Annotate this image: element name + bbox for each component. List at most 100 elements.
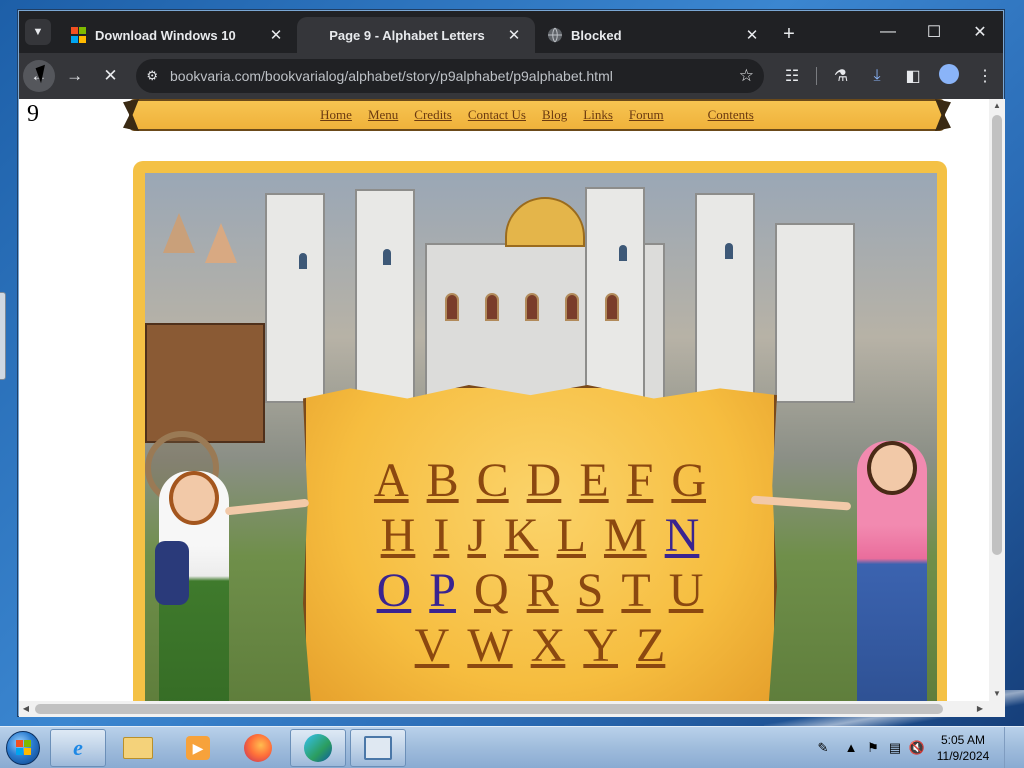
more-menu-icon[interactable]: ⋮ [967, 66, 1003, 86]
close-window-icon[interactable]: ✕ [957, 22, 1003, 42]
labs-flask-icon[interactable]: ⚗ [823, 66, 859, 86]
letter-link-v[interactable]: V [415, 619, 450, 672]
letter-link-b[interactable]: B [427, 454, 459, 507]
site-info-icon[interactable]: ⚙ [146, 68, 158, 84]
media-player-icon: ▶ [186, 735, 210, 760]
letter-link-j[interactable]: J [467, 509, 486, 562]
network-icon[interactable]: ▤ [884, 740, 906, 756]
close-icon: ✕ [103, 66, 118, 85]
letter-link-f[interactable]: F [627, 454, 654, 507]
letter-link-g[interactable]: G [671, 454, 706, 507]
nav-link-menu[interactable]: Menu [368, 107, 398, 123]
tab-title: Download Windows 10 [95, 27, 236, 43]
letter-link-d[interactable]: D [527, 454, 562, 507]
tab-title: Page 9 - Alphabet Letters [329, 27, 485, 43]
letter-link-s[interactable]: S [577, 564, 604, 617]
show-desktop-button[interactable] [1004, 726, 1016, 768]
forward-button[interactable]: → [59, 60, 91, 92]
girl-character-right [857, 441, 927, 717]
scroll-thumb[interactable] [35, 704, 943, 714]
scroll-left-icon[interactable]: ◀ [19, 701, 33, 717]
taskbar-media-player[interactable]: ▶ [170, 729, 226, 767]
nav-link-home[interactable]: Home [320, 107, 352, 123]
alphabet-letter-grid: A B C D E F G H I J K L M N O P Q R S T … [303, 453, 777, 673]
letter-link-a[interactable]: A [374, 454, 409, 507]
character-arm [224, 498, 310, 516]
extensions-icon[interactable]: ☷ [774, 66, 810, 86]
nav-link-contents[interactable]: Contents [708, 107, 754, 123]
letter-link-l[interactable]: L [557, 509, 586, 562]
nav-link-links[interactable]: Links [583, 107, 613, 123]
windows-orb-icon [6, 730, 40, 765]
horizontal-scrollbar[interactable]: ◀ ▶ [19, 701, 1005, 717]
action-center-flag-icon[interactable]: ⚑ [862, 740, 884, 756]
letter-row: H I J K L M N [303, 508, 777, 563]
start-button[interactable] [0, 727, 46, 768]
side-panel-icon[interactable]: ◧ [895, 66, 931, 86]
browser-window: ▼ Download Windows 10 ✕ Page 9 - Alphabe… [18, 10, 1005, 717]
character-head [867, 441, 917, 495]
letter-link-h[interactable]: H [381, 509, 416, 562]
file-explorer-icon [123, 736, 153, 759]
taskbar-internet-explorer[interactable]: e [50, 728, 106, 767]
letter-link-y[interactable]: Y [583, 619, 618, 672]
tab-download-windows[interactable]: Download Windows 10 ✕ [59, 17, 297, 53]
scroll-up-icon[interactable]: ▲ [989, 99, 1005, 113]
castle-illustration [235, 173, 855, 403]
letter-link-t[interactable]: T [621, 564, 650, 617]
profile-avatar-icon[interactable] [931, 63, 967, 89]
minimize-icon[interactable]: — [865, 23, 911, 41]
letter-link-i[interactable]: I [433, 509, 449, 562]
close-icon[interactable]: ✕ [505, 26, 523, 44]
nav-link-contact[interactable]: Contact Us [468, 107, 526, 123]
nav-link-blog[interactable]: Blog [542, 107, 567, 123]
letter-link-o[interactable]: O [377, 564, 412, 617]
nav-link-credits[interactable]: Credits [414, 107, 452, 123]
letter-link-z[interactable]: Z [636, 619, 665, 672]
bookmark-star-icon[interactable]: ☆ [739, 66, 754, 86]
scroll-down-icon[interactable]: ▼ [989, 687, 1005, 701]
tab-alphabet-letters[interactable]: Page 9 - Alphabet Letters ✕ [297, 17, 535, 53]
download-icon[interactable]: ⤓ [859, 67, 895, 85]
vertical-scrollbar[interactable]: ▲ ▼ [989, 99, 1005, 701]
letter-link-c[interactable]: C [477, 454, 509, 507]
stop-loading-button[interactable]: ✕ [95, 60, 127, 92]
letter-link-p[interactable]: P [429, 564, 456, 617]
letter-link-r[interactable]: R [527, 564, 559, 617]
show-hidden-icons-icon[interactable]: ▲ [840, 740, 862, 755]
nav-link-forum[interactable]: Forum [629, 107, 664, 123]
address-url[interactable]: bookvaria.com/bookvarialog/alphabet/stor… [170, 68, 739, 84]
close-icon[interactable]: ✕ [743, 26, 761, 44]
scroll-thumb[interactable] [992, 115, 1002, 555]
chevron-down-icon: ▼ [32, 26, 44, 38]
toolbar-actions: ☷ ⚗ ⤓ ◧ ⋮ [774, 63, 1003, 89]
letter-link-k[interactable]: K [504, 509, 539, 562]
letter-link-u[interactable]: U [669, 564, 704, 617]
scroll-right-icon[interactable]: ▶ [973, 701, 987, 717]
close-icon[interactable]: ✕ [267, 26, 285, 44]
firefox-icon [244, 733, 272, 762]
taskbar: e ▶ ✎ ▲ ⚑ ▤ 🔇 5:05 AM 11/9/2024 [0, 726, 1024, 768]
letter-link-e[interactable]: E [579, 454, 608, 507]
letter-link-q[interactable]: Q [474, 564, 509, 617]
taskbar-remote-desktop[interactable] [350, 728, 406, 767]
pen-tablet-icon[interactable]: ✎ [806, 740, 840, 756]
taskbar-edge[interactable] [290, 728, 346, 767]
maximize-icon[interactable]: ☐ [911, 22, 957, 42]
system-clock[interactable]: 5:05 AM 11/9/2024 [928, 732, 998, 764]
tab-blocked[interactable]: Blocked ✕ [535, 17, 773, 53]
new-tab-button[interactable]: + [773, 23, 805, 46]
tab-search-button[interactable]: ▼ [25, 19, 51, 45]
letter-link-n[interactable]: N [665, 509, 700, 562]
backpack [155, 541, 189, 605]
volume-muted-icon[interactable]: 🔇 [906, 740, 928, 756]
letter-link-w[interactable]: W [467, 619, 512, 672]
letter-link-m[interactable]: M [604, 509, 647, 562]
letter-row: A B C D E F G [303, 453, 777, 508]
desktop-side-gadget[interactable] [0, 292, 6, 380]
tab-title: Blocked [571, 27, 622, 43]
taskbar-firefox[interactable] [230, 729, 286, 767]
taskbar-file-explorer[interactable] [110, 729, 166, 767]
letter-link-x[interactable]: X [531, 619, 566, 672]
address-bar[interactable]: ⚙ bookvaria.com/bookvarialog/alphabet/st… [136, 59, 765, 93]
